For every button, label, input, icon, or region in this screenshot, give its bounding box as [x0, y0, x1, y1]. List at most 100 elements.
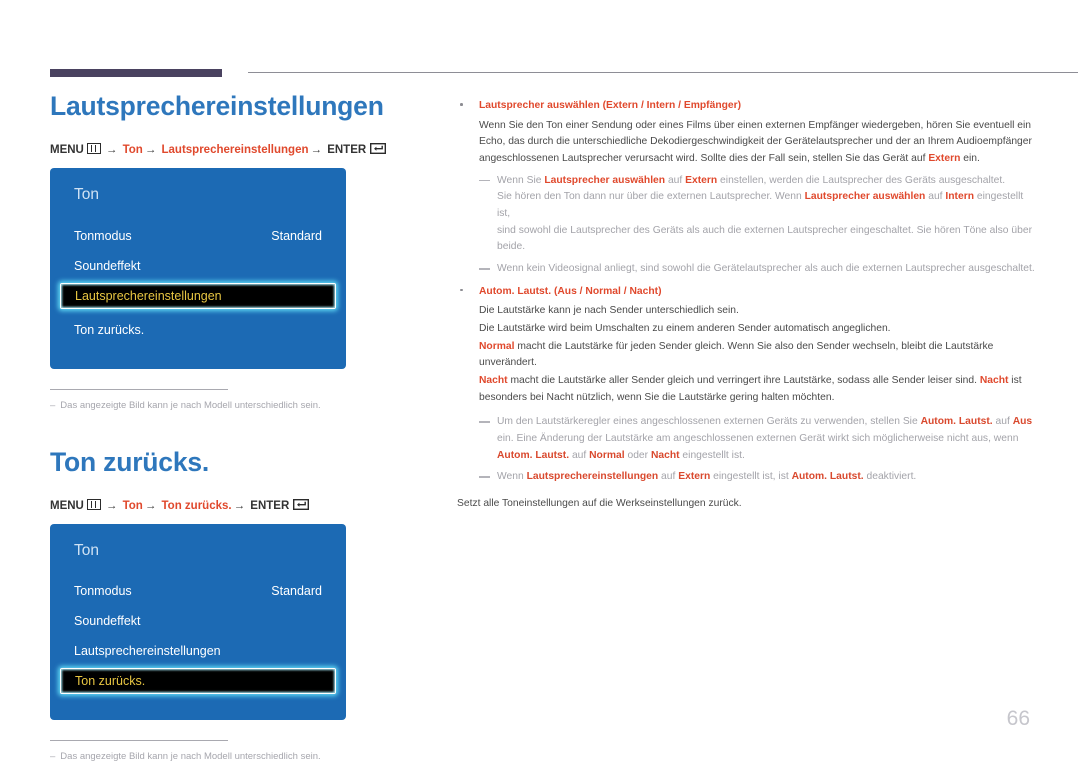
t: Um den Lautstärkeregler eines angeschlos… [497, 416, 921, 428]
page-title-2: Ton zurücks. [50, 446, 210, 477]
t: einstellen, werden die Lautsprecher des … [717, 174, 1006, 186]
inline-accent-nacht-2: Nacht [979, 375, 1009, 387]
page-number: 66 [1006, 707, 1030, 730]
osd-row-lautsprechereinstellungen-selected[interactable]: Lautsprechereinstellungen [60, 282, 336, 309]
osd-row-ton-zuruecks-selected[interactable]: Ton zurücks. [60, 668, 336, 695]
inline-accent: Extern [678, 471, 711, 483]
inline-accent: Extern [685, 174, 718, 186]
t: Wenn [497, 471, 527, 483]
footnote: – Das angezeigte Bild kann je nach Modell… [50, 750, 346, 763]
osd-row-label: Ton zurücks. [75, 674, 146, 689]
right-column: Lautsprecher auswählen (Extern / Intern … [457, 98, 1037, 513]
t: auf [665, 174, 686, 186]
inline-accent: Autom. Lautst. [497, 449, 570, 461]
left-column: Lautsprechereinstellungen MENU → Ton → Lau… [50, 91, 430, 764]
breadcrumb-arrow-3: → [310, 144, 323, 157]
bullet-heading: Lautsprecher auswählen (Extern / Intern … [479, 98, 1037, 115]
osd-panel-sound-2: Ton Tonmodus Standard Soundeffekt Lautsp… [50, 523, 346, 721]
inline-accent-nacht: Nacht [479, 375, 508, 387]
t: macht die Lautstärke aller Sender gleich… [507, 375, 980, 387]
bullet-dot-icon [460, 103, 463, 106]
header-rule-line [248, 72, 1078, 73]
t: auf [569, 449, 590, 461]
header-rule-accent [50, 69, 222, 77]
osd-panel-sound-1: Ton Tonmodus Standard Soundeffekt Lautsp… [50, 167, 346, 369]
breadcrumb: MENU → Ton → Lautsprechereinstellungen → EN… [50, 143, 430, 158]
breadcrumb-arrow-2: → [144, 499, 157, 512]
t: eingestellt ist. [679, 449, 745, 461]
breadcrumb-arrow-2: → [144, 144, 157, 157]
osd-row-ton-zuruecks[interactable]: Ton zurücks. [50, 315, 346, 345]
t: auf [658, 471, 679, 483]
inline-accent-normal: Normal [479, 340, 515, 352]
osd-row-label: Ton zurücks. [74, 322, 145, 337]
inline-accent-extern: Extern [928, 153, 961, 165]
menu-grid-icon [86, 143, 101, 155]
t: Wenn Sie [497, 174, 545, 186]
section-lautsprechereinstellungen: Lautsprechereinstellungen MENU → Ton → Lau… [50, 91, 430, 412]
osd-row-soundeffekt[interactable]: Soundeffekt [50, 251, 346, 281]
footnote-text: Das angezeigte Bild kann je nach Modell … [60, 399, 321, 411]
osd-row-label: Soundeffekt [74, 614, 141, 629]
subnote-line-2: Sie hören den Ton dann nur über die exte… [497, 189, 1037, 222]
inline-accent: Autom. Lautst. [791, 471, 864, 483]
breadcrumb-path-1: Ton [122, 144, 143, 157]
paragraph-text-b: ein. [960, 153, 980, 165]
bullet-heading-options: (Extern / Intern / Empfänger) [599, 100, 742, 111]
osd-row-soundeffekt[interactable]: Soundeffekt [50, 606, 346, 636]
subnote-line-1: Wenn Sie Lautsprecher auswählen auf Exte… [497, 173, 1037, 190]
breadcrumb-path-2: Ton zurücks. [161, 499, 232, 512]
t: auf [925, 191, 946, 203]
t: Sie hören den Ton dann nur über die exte… [497, 191, 805, 203]
subnote-no-video-signal: Wenn kein Videosignal anliegt, sind sowo… [457, 261, 1037, 278]
breadcrumb-enter-label: ENTER [327, 144, 367, 157]
inline-accent: Autom. Lautst. [920, 416, 993, 428]
inline-accent: Normal [589, 449, 625, 461]
footnote-rule [50, 388, 228, 390]
osd-row-value: Standard [271, 228, 322, 243]
section-ton-zuruecks: Ton zurücks. MENU → Ton → Ton zurücks. → EN… [50, 446, 430, 764]
subnote-line-1: Wenn kein Videosignal anliegt, sind sowo… [497, 263, 1035, 275]
footnote-dash: – [50, 751, 56, 763]
t: eingestellt ist, ist [710, 471, 792, 483]
paragraph-volume-adjust: Die Lautstärke wird beim Umschalten zu e… [479, 323, 891, 335]
breadcrumb-arrow-3: → [233, 499, 246, 512]
footnote-text: Das angezeigte Bild kann je nach Modell … [60, 751, 321, 763]
bullet-heading: Autom. Lautst. (Aus / Normal / Nacht) [479, 284, 1037, 301]
bullet-heading-name: Autom. Lautst. [479, 285, 552, 297]
subnote-line-3: sind sowohl die Lautsprecher des Geräts … [497, 224, 1033, 253]
t: oder [624, 449, 651, 461]
osd-row-tonmodus[interactable]: Tonmodus Standard [50, 221, 346, 251]
subnote-dash-icon [479, 476, 490, 479]
footnote-dash: – [50, 399, 56, 411]
menu-grid-icon [86, 498, 101, 510]
bullet-dot-icon [460, 288, 463, 292]
breadcrumb-arrow-1: → [105, 499, 118, 512]
header-rule [50, 69, 1078, 77]
osd-row-tonmodus[interactable]: Tonmodus Standard [50, 576, 346, 606]
breadcrumb-arrow-1: → [105, 144, 118, 157]
inline-accent: Lautsprecher auswählen [544, 174, 666, 186]
footnote: – Das angezeigte Bild kann je nach Modell… [50, 399, 346, 412]
osd-row-label: Lautsprechereinstellungen [74, 644, 221, 659]
osd-row-label: Tonmodus [74, 584, 132, 599]
osd-row-lautsprechereinstellungen[interactable]: Lautsprechereinstellungen [50, 636, 346, 666]
subnote-line-3: Autom. Lautst. auf Normal oder Nacht ein… [497, 448, 1037, 465]
breadcrumb-enter-label: ENTER [250, 499, 290, 512]
t: deaktiviert. [863, 471, 917, 483]
subnote-line-1: Um den Lautstärkeregler eines angeschlos… [497, 414, 1037, 431]
footnote-block-1: – Das angezeigte Bild kann je nach Modell… [50, 388, 346, 412]
breadcrumb-path-2: Lautsprechereinstellungen [161, 144, 309, 157]
bullet-heading-name: Lautsprecher auswählen [479, 100, 600, 111]
subnote-line-1: Wenn Lautsprechereinstellungen auf Exter… [497, 469, 1037, 486]
page-title: Lautsprechereinstellungen [50, 91, 384, 121]
bullet-autom-lautst: Autom. Lautst. (Aus / Normal / Nacht) [457, 284, 1037, 301]
paragraph-nacht-mode: Nacht macht die Lautstärke aller Sender … [457, 373, 1037, 406]
inline-accent: Intern [945, 191, 975, 203]
enter-return-icon [293, 498, 310, 510]
paragraph-text: macht die Lautstärke für jeden Sender gl… [479, 340, 994, 369]
footnote-block-2: – Das angezeigte Bild kann je nach Modell… [50, 740, 346, 763]
osd-row-value: Standard [271, 584, 322, 599]
subnote-dash-icon [479, 268, 490, 270]
enter-return-icon [370, 143, 387, 155]
